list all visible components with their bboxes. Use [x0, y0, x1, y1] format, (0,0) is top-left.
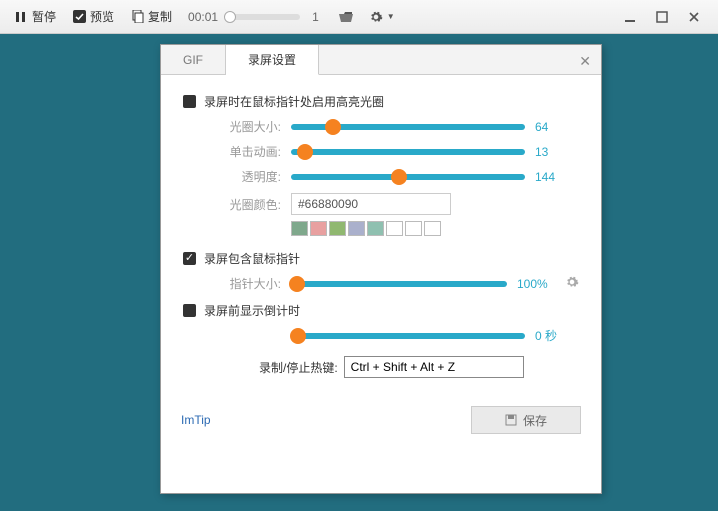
timeline-slider[interactable]: [228, 14, 300, 20]
opacity-label: 透明度:: [223, 168, 281, 185]
color-label: 光圈颜色:: [223, 196, 281, 213]
copy-label: 复制: [148, 8, 172, 25]
countdown-value: 0 秒: [535, 327, 579, 344]
check-icon: [72, 10, 86, 24]
hotkey-input[interactable]: [344, 356, 524, 378]
tab-settings[interactable]: 录屏设置: [226, 45, 319, 75]
color-input[interactable]: [291, 193, 451, 215]
pointer-label: 录屏包含鼠标指针: [204, 250, 300, 267]
countdown-slider[interactable]: [291, 333, 525, 339]
preview-button[interactable]: 预览: [66, 6, 120, 27]
folder-open-icon: [339, 10, 353, 24]
frame-display: 1: [312, 10, 319, 24]
settings-dialog: GIF 录屏设置 ✕ 录屏时在鼠标指针处启用高亮光圈 光圈大小: 64 单击动画…: [160, 44, 602, 494]
countdown-label: 录屏前显示倒计时: [204, 302, 300, 319]
open-folder-button[interactable]: [333, 8, 359, 26]
aperture-size-slider[interactable]: [291, 124, 525, 130]
aperture-size-value: 64: [535, 120, 579, 134]
preview-label: 预览: [90, 8, 114, 25]
countdown-checkbox[interactable]: [183, 304, 196, 317]
settings-button[interactable]: ▼: [363, 8, 401, 26]
copy-icon: [130, 10, 144, 24]
section-pointer: ✓ 录屏包含鼠标指针 指针大小: 100%: [183, 250, 579, 292]
close-button[interactable]: [678, 5, 710, 29]
pause-icon: [14, 10, 28, 24]
highlight-label: 录屏时在鼠标指针处启用高亮光圈: [204, 93, 384, 110]
color-swatches: [291, 221, 579, 236]
pause-label: 暂停: [32, 8, 56, 25]
aperture-size-label: 光圈大小:: [223, 118, 281, 135]
pause-button[interactable]: 暂停: [8, 6, 62, 27]
section-highlight: 录屏时在鼠标指针处启用高亮光圈 光圈大小: 64 单击动画: 13 透明度: 1…: [183, 93, 579, 236]
opacity-value: 144: [535, 170, 579, 184]
pointer-settings-icon[interactable]: [565, 275, 579, 292]
pointer-size-label: 指针大小:: [223, 275, 281, 292]
highlight-checkbox[interactable]: [183, 95, 196, 108]
time-display: 00:01: [188, 10, 218, 24]
tab-gif-label: GIF: [183, 53, 203, 67]
pointer-checkbox[interactable]: ✓: [183, 252, 196, 265]
minimize-button[interactable]: [614, 5, 646, 29]
pointer-size-slider[interactable]: [291, 281, 507, 287]
pointer-size-value: 100%: [517, 277, 561, 291]
app-toolbar: 暂停 预览 复制 00:01 1 ▼: [0, 0, 718, 34]
click-anim-slider[interactable]: [291, 149, 525, 155]
color-swatch[interactable]: [348, 221, 365, 236]
save-icon: [505, 414, 517, 426]
maximize-button[interactable]: [646, 5, 678, 29]
section-countdown: 录屏前显示倒计时 0 秒: [183, 302, 579, 344]
copy-button[interactable]: 复制: [124, 6, 178, 27]
color-swatch[interactable]: [424, 221, 441, 236]
click-anim-label: 单击动画:: [223, 143, 281, 160]
color-swatch[interactable]: [405, 221, 422, 236]
tab-settings-label: 录屏设置: [248, 51, 296, 68]
save-button[interactable]: 保存: [471, 406, 581, 434]
tab-gif[interactable]: GIF: [161, 45, 226, 74]
save-label: 保存: [523, 412, 547, 429]
color-swatch[interactable]: [386, 221, 403, 236]
hotkey-label: 录制/停止热键:: [259, 359, 338, 376]
click-anim-value: 13: [535, 145, 579, 159]
color-swatch[interactable]: [310, 221, 327, 236]
gear-icon: [369, 10, 383, 24]
dialog-close-button[interactable]: ✕: [575, 51, 595, 72]
color-swatch[interactable]: [291, 221, 308, 236]
color-swatch[interactable]: [367, 221, 384, 236]
imtip-link[interactable]: ImTip: [181, 413, 211, 427]
tab-bar: GIF 录屏设置 ✕: [161, 45, 601, 75]
opacity-slider[interactable]: [291, 174, 525, 180]
color-swatch[interactable]: [329, 221, 346, 236]
dropdown-icon: ▼: [387, 12, 395, 21]
